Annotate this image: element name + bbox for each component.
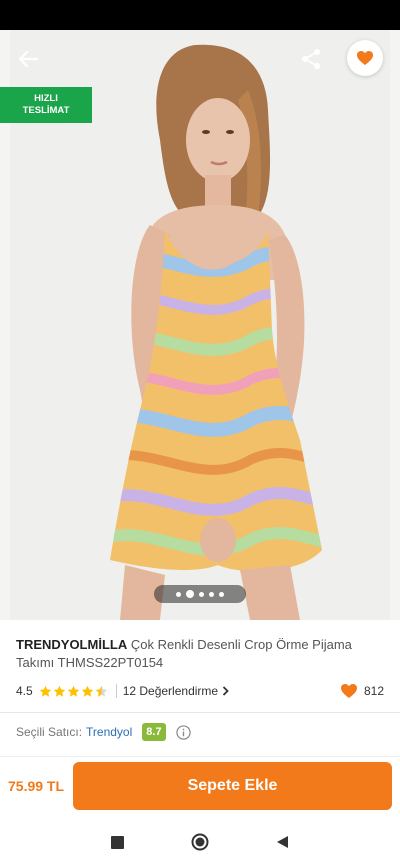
pagination-dot[interactable]	[199, 591, 204, 597]
circle-nav-icon	[191, 833, 209, 851]
star-half-icon	[95, 685, 107, 697]
gallery-pagination[interactable]	[154, 585, 246, 603]
star-icon	[53, 685, 65, 697]
pagination-dot[interactable]	[176, 591, 181, 597]
rating-row: 4.5 12 Değerlendirme 812	[16, 682, 384, 700]
share-icon	[302, 49, 320, 69]
price: 75.99 TL	[8, 778, 65, 794]
system-nav-bar	[0, 818, 400, 866]
rating-value: 4.5	[16, 684, 33, 698]
purchase-bar: 75.99 TL Sepete Ekle	[0, 756, 400, 816]
seller-label: Seçili Satıcı:	[16, 725, 83, 739]
product-brand[interactable]: TRENDYOLMİLLA	[16, 637, 127, 652]
fast-delivery-badge: HIZLI TESLİMAT	[0, 87, 92, 123]
star-icon	[39, 685, 51, 697]
home-button[interactable]	[185, 827, 215, 857]
back-arrow-icon	[18, 50, 38, 68]
info-icon[interactable]	[175, 724, 191, 740]
product-title: TRENDYOLMİLLA Çok Renkli Desenli Crop Ör…	[16, 636, 386, 672]
seller-score-badge: 8.7	[142, 723, 166, 741]
favorite-count[interactable]: 812	[340, 683, 384, 699]
star-icon	[67, 685, 79, 697]
chevron-right-icon	[222, 686, 229, 696]
rating-stars	[39, 685, 108, 698]
triangle-nav-icon	[276, 836, 288, 848]
square-nav-icon	[110, 835, 124, 849]
seller-name-link[interactable]: Trendyol	[86, 725, 132, 739]
favorite-button[interactable]	[347, 40, 383, 76]
back-nav-button[interactable]	[267, 827, 297, 857]
reviews-link[interactable]: 12 Değerlendirme	[115, 684, 229, 698]
favorite-count-value: 812	[363, 684, 384, 698]
pagination-dot[interactable]	[219, 591, 224, 597]
share-button[interactable]	[294, 43, 328, 75]
back-button[interactable]	[10, 44, 46, 74]
pagination-dot[interactable]	[209, 591, 214, 597]
badge-line-1: HIZLI	[34, 93, 58, 104]
add-to-cart-button[interactable]: Sepete Ekle	[73, 762, 392, 810]
heart-icon	[357, 51, 373, 65]
heart-icon	[340, 684, 357, 698]
reviews-label: 12 Değerlendirme	[122, 684, 219, 698]
product-image-gallery[interactable]: HIZLI TESLİMAT	[0, 30, 400, 620]
recent-apps-button[interactable]	[102, 827, 132, 857]
star-icon	[81, 685, 93, 697]
pagination-dot-active[interactable]	[186, 590, 194, 598]
badge-line-2: TESLİMAT	[22, 105, 70, 116]
divider	[0, 712, 400, 713]
seller-row: Seçili Satıcı: Trendyol 8.7	[16, 722, 191, 742]
status-bar	[0, 0, 400, 30]
